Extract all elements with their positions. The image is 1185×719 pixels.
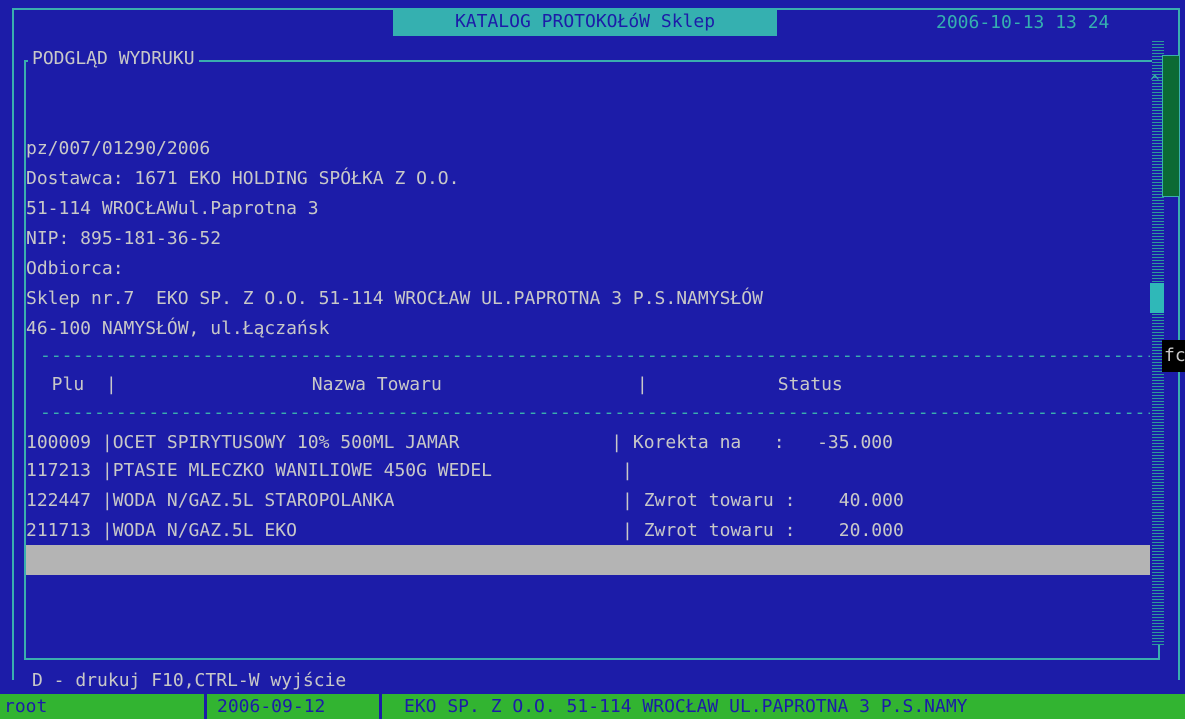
status-shop: EKO SP. Z O.O. 51-114 WROCŁAW UL.PAPROTN… bbox=[404, 696, 968, 717]
separator-top: ----------------------------------------… bbox=[40, 345, 1150, 366]
table-row: 100009 |OCET SPIRYTUSOWY 10% 500ML JAMAR… bbox=[26, 432, 893, 453]
recipient-label: Odbiorca: bbox=[26, 258, 124, 279]
table-row: 117213 |PTASIE MLECZKO WANILIOWE 450G WE… bbox=[26, 460, 633, 481]
status-user: root bbox=[4, 696, 48, 717]
supplier-address: 51-114 WROCŁAWul.Paprotna 3 bbox=[26, 198, 319, 219]
document-number: pz/007/01290/2006 bbox=[26, 138, 211, 159]
outer-scroll-indicator bbox=[1162, 55, 1180, 197]
recipient-address: 46-100 NAMYSŁÓW, ul.Łączańsk bbox=[26, 318, 330, 339]
selected-row-highlight[interactable] bbox=[26, 545, 1150, 575]
status-date: 2006-09-12 bbox=[204, 694, 382, 719]
side-label: fc bbox=[1162, 340, 1185, 372]
scrollbar-thumb[interactable] bbox=[1150, 283, 1164, 313]
datetime-display: 2006-10-13 13 24 bbox=[932, 10, 1114, 36]
table-row: 211713 |WODA N/GAZ.5L EKO | Zwrot towaru… bbox=[26, 520, 904, 541]
recipient-shop: Sklep nr.7 EKO SP. Z O.O. 51-114 WROCŁAW… bbox=[26, 288, 763, 309]
supplier-line: Dostawca: 1671 EKO HOLDING SPÓŁKA Z O.O. bbox=[26, 168, 460, 189]
table-row: 122447 |WODA N/GAZ.5L STAROPOLANKA | Zwr… bbox=[26, 490, 904, 511]
supplier-nip: NIP: 895-181-36-52 bbox=[26, 228, 222, 249]
scroll-up-arrow-icon[interactable]: ^ bbox=[1150, 72, 1160, 91]
window-title: KATALOG PROTOKOŁóW Sklep bbox=[393, 8, 777, 36]
table-header: Plu | Nazwa Towaru | Status bbox=[30, 374, 843, 395]
panel-title: PODGLĄD WYDRUKU bbox=[28, 46, 199, 72]
separator-header: ----------------------------------------… bbox=[40, 402, 1150, 423]
help-hint: D - drukuj F10,CTRL-W wyjście bbox=[26, 668, 353, 694]
